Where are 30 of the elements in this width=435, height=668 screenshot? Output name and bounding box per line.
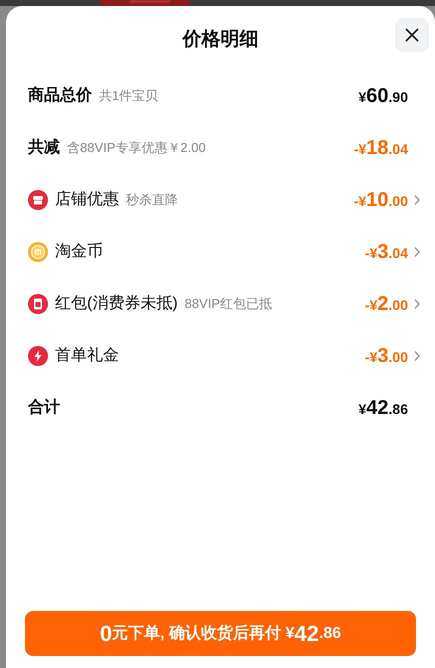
- row-label: 合计: [28, 398, 60, 418]
- price-amount: -¥3.00: [364, 344, 408, 369]
- price-amount: -¥18.04: [354, 136, 408, 161]
- row-label: 店铺优惠: [55, 190, 119, 210]
- price-amount: -¥3.04: [364, 240, 408, 265]
- row-label: 首单礼金: [55, 346, 119, 366]
- sheet-title: 价格明细: [182, 28, 258, 52]
- row-note: 含88VIP专享优惠￥2.00: [67, 139, 206, 158]
- coin-icon: [28, 242, 48, 262]
- chevron-right-icon[interactable]: [413, 194, 421, 206]
- chevron-right-icon[interactable]: [413, 298, 421, 310]
- envelope-icon: [28, 294, 48, 314]
- close-button[interactable]: [395, 18, 429, 52]
- row-note: 88VIP红包已抵: [184, 295, 272, 314]
- chevron-right-icon[interactable]: [413, 350, 421, 362]
- row-label: 商品总价: [28, 85, 92, 106]
- row-note: 秒杀直降: [126, 191, 178, 210]
- row-label: 共减: [28, 138, 60, 158]
- close-icon: [404, 27, 420, 43]
- price-amount: -¥2.00: [364, 292, 408, 317]
- lightning-icon: [28, 346, 48, 366]
- row-label: 红包(消费券未抵): [55, 294, 178, 314]
- price-amount: ¥42.86: [358, 396, 408, 421]
- chevron-right-icon[interactable]: [413, 246, 421, 258]
- row-label: 淘金币: [55, 242, 103, 262]
- row-note: 共1件宝贝: [99, 87, 158, 106]
- store-icon: [28, 190, 48, 210]
- price-amount: ¥60.90: [358, 84, 408, 109]
- pay-button[interactable]: 0元下单, 确认收货后再付 ¥42.86: [25, 611, 416, 656]
- price-amount: -¥10.00: [354, 188, 408, 213]
